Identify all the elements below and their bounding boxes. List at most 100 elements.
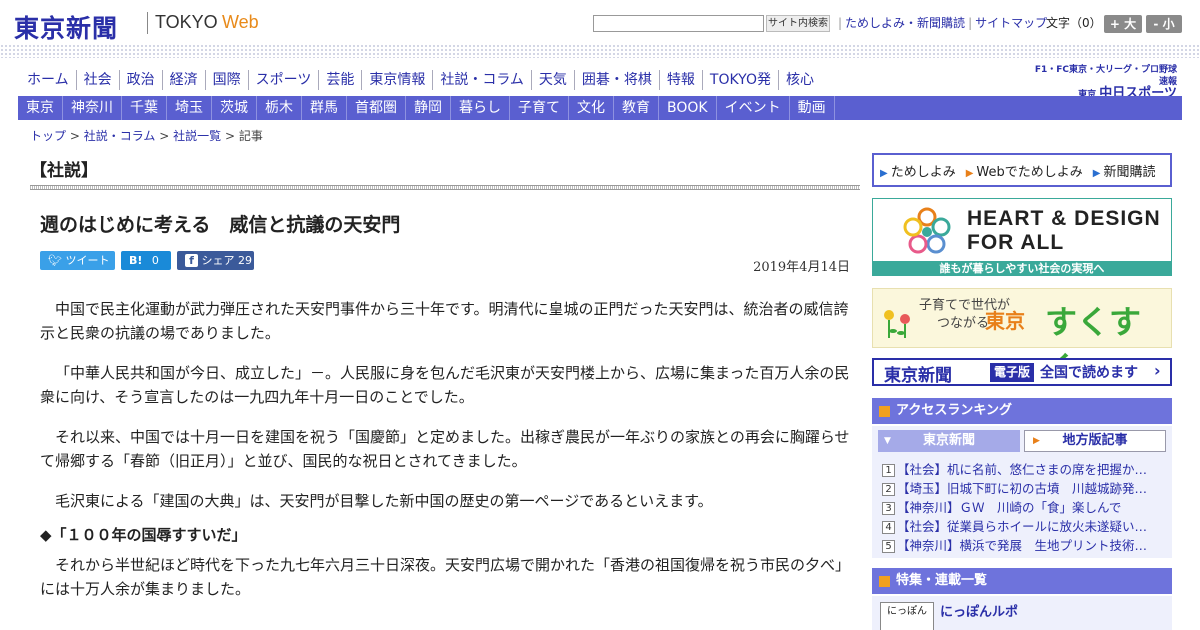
breadcrumb-current: 記事 xyxy=(238,129,263,143)
heart-title-line1: HEART & DESIGN xyxy=(967,207,1161,230)
region-nav-item[interactable]: 千葉 xyxy=(122,96,167,120)
main-nav-item[interactable]: 特報 xyxy=(658,70,702,90)
breadcrumb-editorial-list[interactable]: 社説一覧 xyxy=(173,129,221,143)
main-nav-item[interactable]: 国際 xyxy=(204,70,248,90)
main-nav-item[interactable]: 経済 xyxy=(161,70,205,90)
heart-design-title: HEART & DESIGN FOR ALL xyxy=(967,207,1161,255)
heart-design-logo-icon xyxy=(903,207,951,254)
main-nav-item[interactable]: 囲碁・将棋 xyxy=(573,70,659,90)
main-nav-item[interactable]: ホーム xyxy=(20,70,76,90)
main-nav-item[interactable]: 東京情報 xyxy=(361,70,432,90)
region-nav-item[interactable]: 神奈川 xyxy=(63,96,122,120)
logo-tokyo-text[interactable]: TOKYO xyxy=(155,12,218,33)
region-nav-item[interactable]: BOOK xyxy=(659,96,717,120)
logo-divider xyxy=(147,12,148,34)
section-rule xyxy=(30,185,860,190)
heart-design-banner[interactable]: HEART & DESIGN FOR ALL 誰もが暮らしやすい社会の実現へ xyxy=(872,198,1172,276)
article-paragraph: 毛沢東による「建国の大典」は、天安門が目撃した新中国の歴史の第一ページであるとい… xyxy=(55,492,713,510)
main-nav-item[interactable]: スポーツ xyxy=(247,70,319,90)
rank-number: 5 xyxy=(882,540,895,553)
ranking-item[interactable]: 3 【神奈川】ＧＷ 川崎の「食」楽しんで xyxy=(882,498,1166,517)
hatena-bookmark-button[interactable]: B! 0 xyxy=(121,251,171,270)
ranking-list: 1 【社会】机に名前、悠仁さまの席を把握か… 2 【埼玉】旧城下町に初の古墳 川越城… xyxy=(882,460,1166,555)
region-nav-item[interactable]: 文化 xyxy=(569,96,614,120)
ranking-item-text: 【神奈川】横浜で発展 生地プリント技術… xyxy=(897,538,1148,553)
site-header: 東京新聞 TOKYO Web サイト内検索 | ためしよみ・新聞購読 | サイトマップ… xyxy=(0,0,1200,46)
ranking-item[interactable]: 4 【社会】従業員らホイールに放火未遂疑い… xyxy=(882,517,1166,536)
facebook-share-button[interactable]: f シェア 29 xyxy=(177,251,254,270)
web-trial-read-label: Webでためしよみ xyxy=(976,164,1083,180)
arrow-right-icon: ▶ xyxy=(880,167,888,179)
digital-edition-banner[interactable]: 東京新聞 電子版 全国で読めます › xyxy=(872,358,1172,386)
main-nav-item[interactable]: TOKYO発 xyxy=(701,70,778,90)
main-nav-item[interactable]: 政治 xyxy=(118,70,162,90)
region-nav-item[interactable]: 動画 xyxy=(790,96,835,120)
region-nav-item[interactable]: 暮らし xyxy=(451,96,510,120)
main-nav-item[interactable]: 天気 xyxy=(530,70,574,90)
main-nav-item[interactable]: 核心 xyxy=(777,70,821,90)
web-trial-read-link[interactable]: ▶ Webでためしよみ xyxy=(966,161,1083,180)
font-smaller-button[interactable]: - 小 xyxy=(1146,15,1182,33)
trial-read-link[interactable]: ▶ ためしよみ xyxy=(880,161,956,180)
heart-title-line2: FOR ALL xyxy=(967,231,1065,254)
region-nav-item[interactable]: 東京 xyxy=(18,96,63,120)
font-size-label: 文字（0） xyxy=(1046,16,1102,30)
facebook-share-count: 29 xyxy=(238,254,252,267)
sitemap-link[interactable]: サイトマップ xyxy=(975,16,1047,30)
region-nav-item[interactable]: 茨城 xyxy=(212,96,257,120)
rank-number: 4 xyxy=(882,521,895,534)
breadcrumb-editorial-column[interactable]: 社説・コラム xyxy=(84,129,156,143)
features-panel: にっぽん にっぽんルポ xyxy=(872,596,1172,630)
rank-number: 1 xyxy=(882,464,895,477)
access-ranking-header: アクセスランキング xyxy=(872,398,1172,424)
search-input[interactable] xyxy=(593,15,764,32)
region-nav-item[interactable]: 静岡 xyxy=(406,96,451,120)
ranking-item-text: 【社会】机に名前、悠仁さまの席を把握か… xyxy=(897,462,1148,477)
region-nav-item[interactable]: 教育 xyxy=(614,96,659,120)
link-separator: | xyxy=(838,16,843,30)
hatena-icon: B! xyxy=(129,254,143,267)
header-links: | ためしよみ・新聞購読 | サイトマップ xyxy=(835,15,1047,32)
article-paragraph: 中国で民主化運動が武力弾圧された天安門事件から三十年です。明清代に皇城の正門だっ… xyxy=(40,300,849,342)
subscribe-link[interactable]: ▶ 新聞購読 xyxy=(1093,161,1156,180)
rank-number: 2 xyxy=(882,483,895,496)
region-nav-item[interactable]: 首都圏 xyxy=(347,96,406,120)
region-nav-item[interactable]: 埼玉 xyxy=(167,96,212,120)
main-nav-item[interactable]: 社会 xyxy=(75,70,119,90)
font-larger-button[interactable]: + 大 xyxy=(1104,15,1142,33)
main-nav-item[interactable]: 社説・コラム xyxy=(432,70,531,90)
logo-web-text[interactable]: Web xyxy=(222,12,259,33)
article-date: 2019年4月14日 xyxy=(753,260,850,275)
ranking-item[interactable]: 5 【神奈川】横浜で発展 生地プリント技術… xyxy=(882,536,1166,555)
tab-local-articles[interactable]: ▶ 地方版記事 xyxy=(1024,430,1166,452)
ranking-item[interactable]: 2 【埼玉】旧城下町に初の古墳 川越城跡発… xyxy=(882,479,1166,498)
article-paragraph: それ以来、中国では十月一日を建国を祝う「国慶節」と定めました。出稼ぎ農民が一年ぶ… xyxy=(40,428,850,470)
breadcrumb-sep: > xyxy=(69,129,80,143)
subscribe-label: 新聞購読 xyxy=(1103,164,1156,180)
main-nav-item[interactable]: 芸能 xyxy=(318,70,361,90)
site-logo[interactable]: 東京新聞 xyxy=(14,9,118,45)
square-bullet-icon xyxy=(879,406,890,417)
nippon-rupo-link[interactable]: にっぽんルポ xyxy=(940,601,1018,620)
digital-edition-text: 全国で読めます xyxy=(1040,365,1138,381)
ranking-item[interactable]: 1 【社会】机に名前、悠仁さまの席を把握か… xyxy=(882,460,1166,479)
link-separator: | xyxy=(968,16,973,30)
region-nav-item[interactable]: イベント xyxy=(717,96,790,120)
site-search-button[interactable]: サイト内検索 xyxy=(766,15,830,32)
region-nav: 東京 神奈川 千葉 埼玉 茨城 栃木 群馬 首都圏 静岡 暮らし 子育て 文化 教育 BOOK イベント 動画 xyxy=(18,96,1182,120)
ranking-item-text: 【社会】従業員らホイールに放火未遂疑い… xyxy=(897,519,1148,534)
tweet-button[interactable]: 🐦︎ ツイート xyxy=(40,251,115,270)
nippon-rupo-thumbnail[interactable]: にっぽん xyxy=(880,602,934,630)
breadcrumb-top[interactable]: トップ xyxy=(30,129,66,143)
trial-subscribe-link[interactable]: ためしよみ・新聞購読 xyxy=(845,16,965,30)
tab-tokyo-shimbun[interactable]: ▼ 東京新聞 xyxy=(878,430,1020,452)
flower-icon xyxy=(884,310,910,338)
region-nav-item[interactable]: 群馬 xyxy=(302,96,347,120)
access-ranking-panel: ▼ 東京新聞 ▶ 地方版記事 1 【社会】机に名前、悠仁さまの席を把握か… 2 【埼… xyxy=(872,426,1172,558)
region-nav-item[interactable]: 栃木 xyxy=(257,96,302,120)
tokyo-sukusuku-banner[interactable]: 子育てで世代が つながる 東京 すくすく xyxy=(872,288,1172,387)
article-title: 週のはじめに考える 威信と抗議の天安門 xyxy=(40,214,401,236)
trial-read-label: ためしよみ xyxy=(890,164,956,180)
region-nav-item[interactable]: 子育て xyxy=(510,96,569,120)
breadcrumb-sep: > xyxy=(224,129,235,143)
